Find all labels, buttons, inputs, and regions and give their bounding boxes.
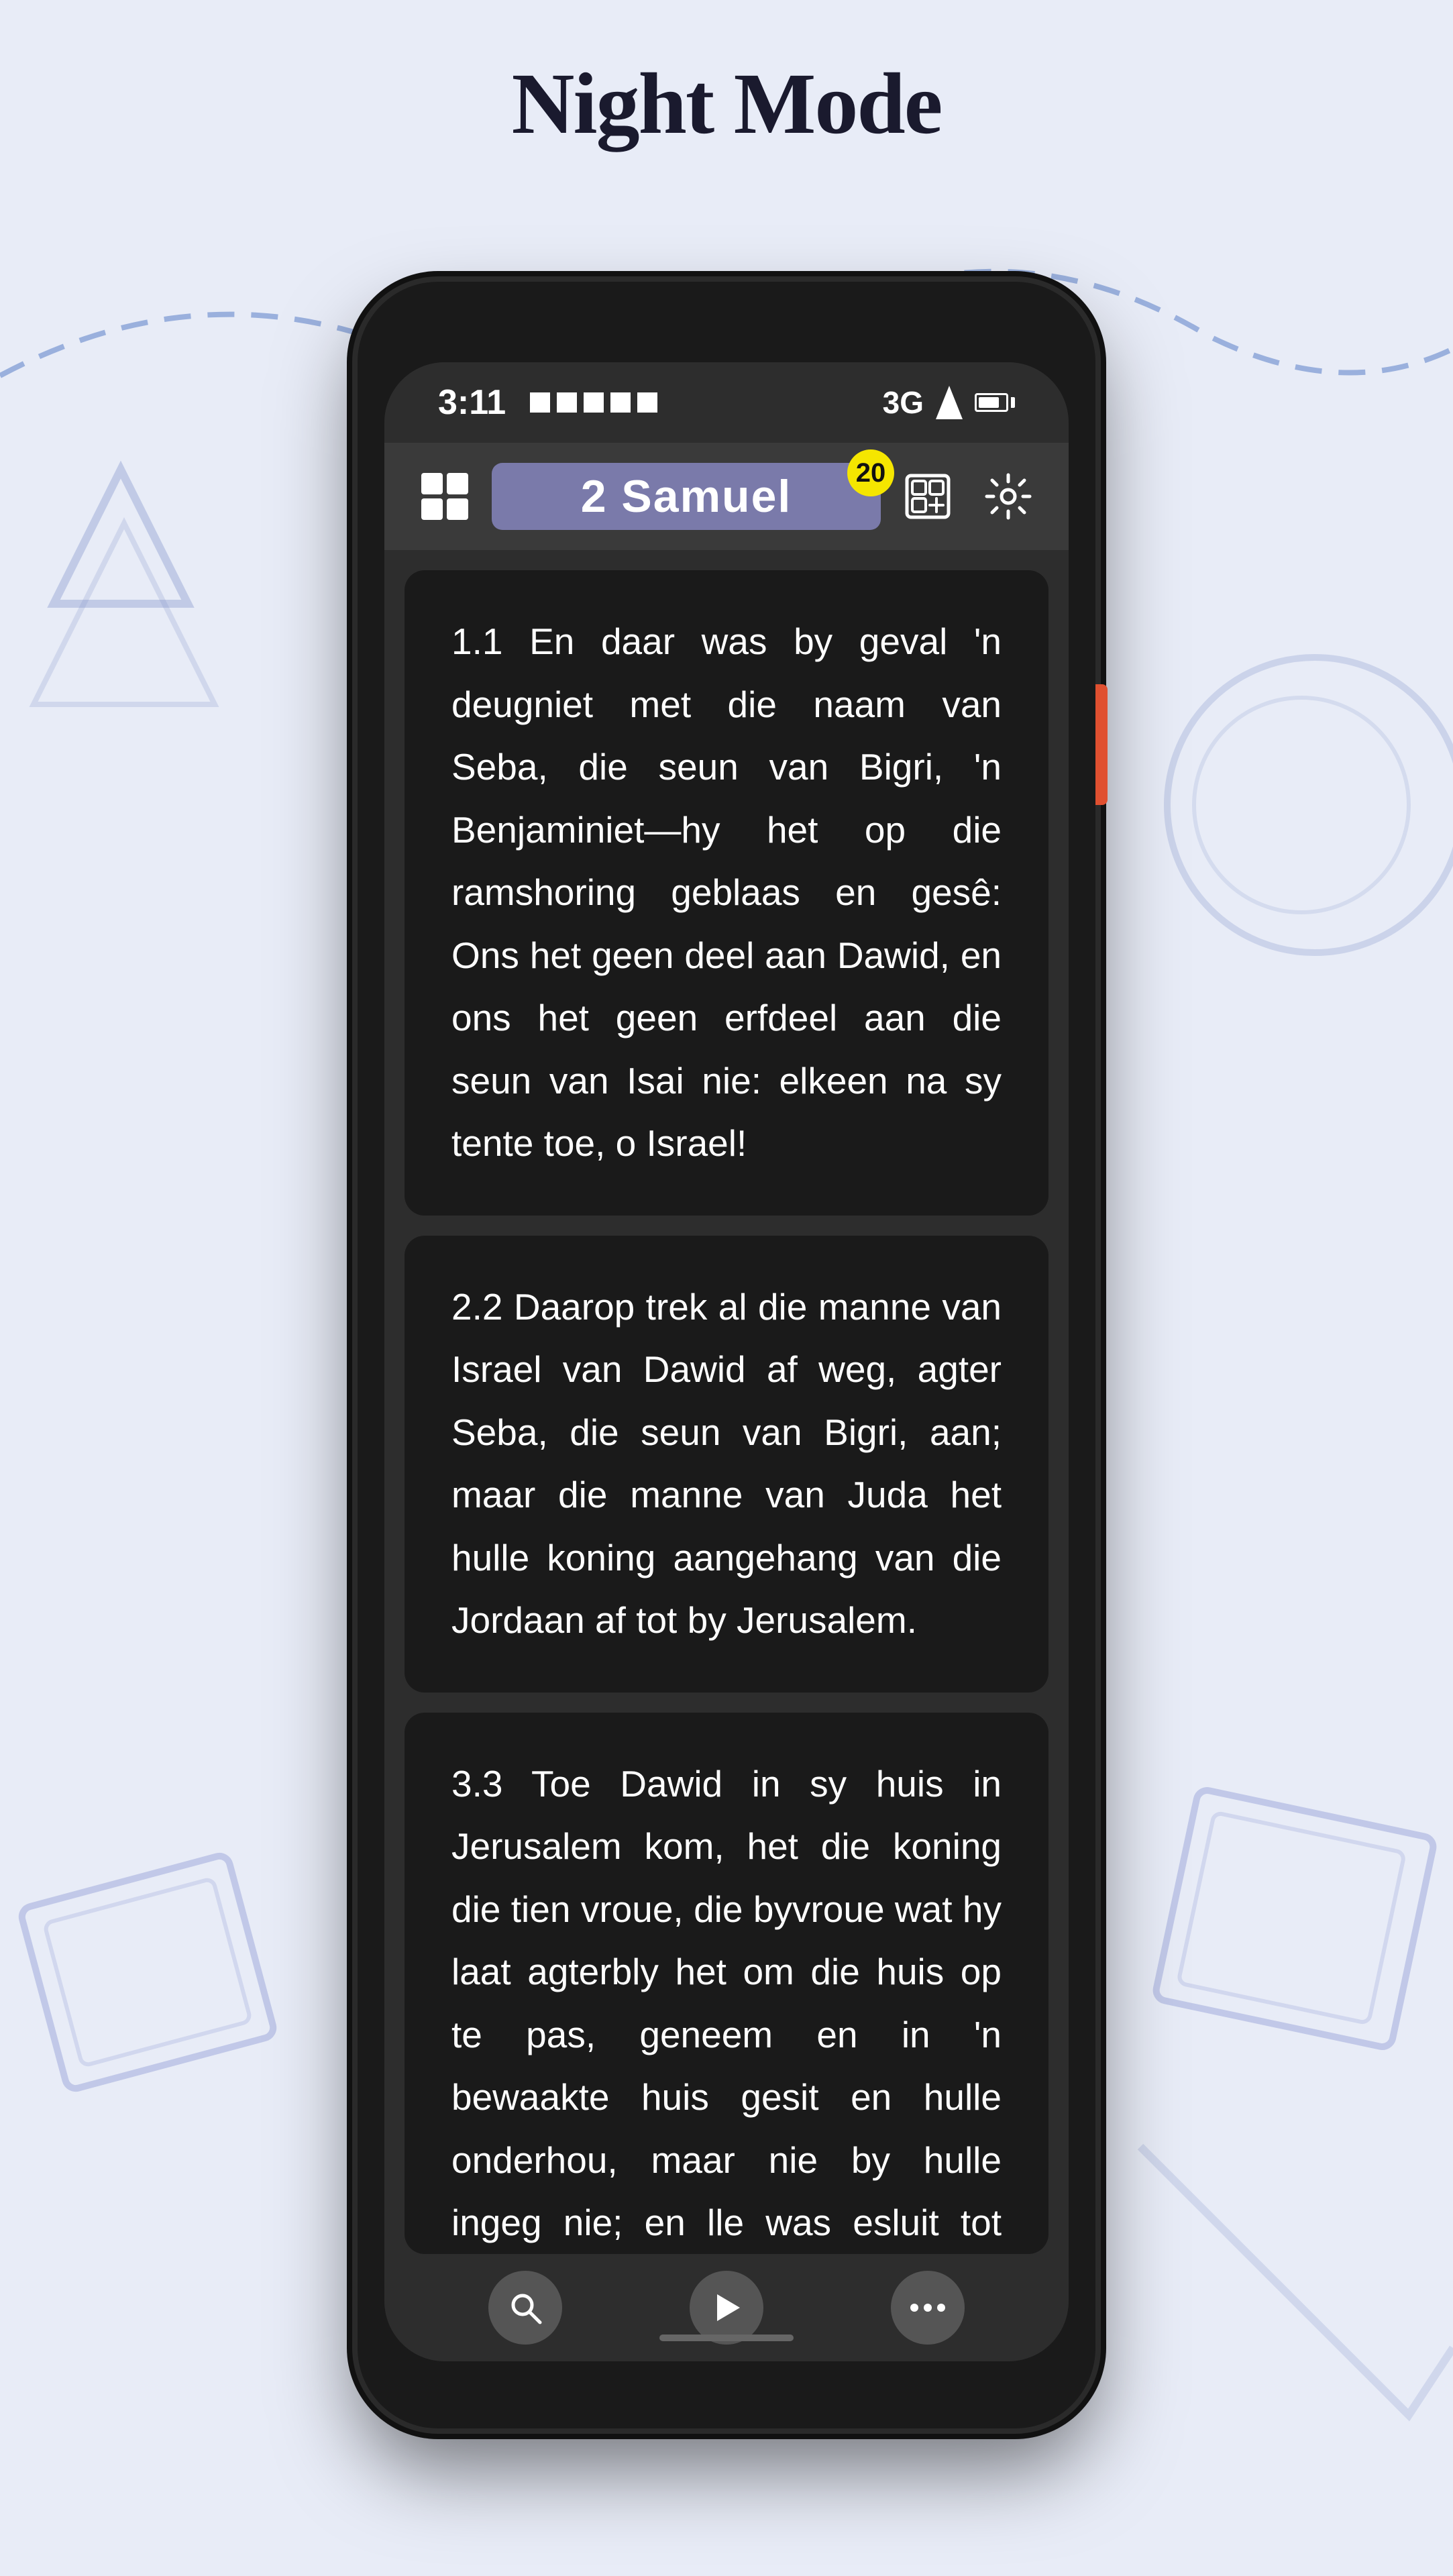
gallery-button[interactable] xyxy=(901,470,955,523)
verse-card-1[interactable]: 1.1 En daar was by geval 'n deugniet met… xyxy=(405,570,1048,1216)
verse-card-3[interactable]: 3.3 Toe Dawid in sy huis in Jerusalem ko… xyxy=(405,1713,1048,2255)
phone-screen: 3:11 3G xyxy=(384,362,1069,2361)
settings-button[interactable] xyxy=(981,470,1035,523)
phone-device: 3:11 3G xyxy=(358,282,1095,2428)
status-right-icons: 3G xyxy=(883,384,1015,421)
status-time: 3:11 xyxy=(438,382,506,423)
book-title-selector[interactable]: 2 Samuel 20 xyxy=(492,463,881,530)
play-nav-button[interactable] xyxy=(690,2271,763,2345)
status-bar: 3:11 3G xyxy=(384,362,1069,443)
verse-text-2: 2.2 Daarop trek al die manne van Israel … xyxy=(451,1276,1002,1652)
more-nav-button[interactable] xyxy=(891,2271,965,2345)
home-indicator xyxy=(659,2334,794,2341)
status-signal-blocks xyxy=(530,392,657,413)
content-area: 1.1 En daar was by geval 'n deugniet met… xyxy=(384,550,1069,2254)
network-type-label: 3G xyxy=(883,384,924,421)
page-title: Night Mode xyxy=(0,54,1453,154)
verse-card-2[interactable]: 2.2 Daarop trek al die manne van Israel … xyxy=(405,1236,1048,1693)
verse-text-3: 3.3 Toe Dawid in sy huis in Jerusalem ko… xyxy=(451,1753,1002,2255)
battery-icon xyxy=(975,393,1015,412)
search-nav-button[interactable] xyxy=(488,2271,562,2345)
app-logo[interactable] xyxy=(418,470,472,523)
chapter-badge: 20 xyxy=(847,449,894,496)
app-toolbar: 2 Samuel 20 xyxy=(384,443,1069,550)
power-button xyxy=(1095,684,1108,805)
verse-text-1: 1.1 En daar was by geval 'n deugniet met… xyxy=(451,610,1002,1175)
toolbar-actions xyxy=(901,470,1035,523)
book-title-text: 2 Samuel xyxy=(581,470,792,523)
phone-body: 3:11 3G xyxy=(358,282,1095,2428)
bottom-nav xyxy=(384,2254,1069,2361)
